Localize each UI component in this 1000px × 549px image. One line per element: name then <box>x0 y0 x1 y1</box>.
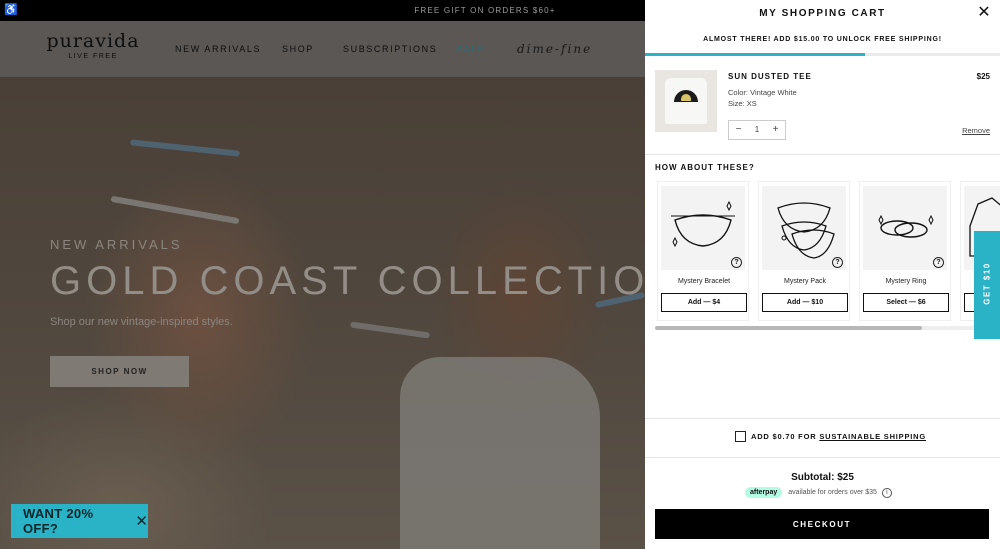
divider <box>645 457 1000 458</box>
remove-item-link[interactable]: Remove <box>945 126 990 135</box>
afterpay-info: afterpay available for orders over $35 i <box>745 487 892 498</box>
logo-tagline: LIVE FREE <box>68 53 118 60</box>
announcement-text: FREE GIFT ON ORDERS $60+ <box>414 6 556 15</box>
storefront: ♿ FREE GIFT ON ORDERS $60+ puravida LIVE… <box>0 0 645 549</box>
hero-title: GOLD COAST COLLECTION <box>50 259 645 303</box>
cart-item-color: Color: Vintage White <box>728 88 797 97</box>
nav-new-arrivals[interactable]: NEW ARRIVALS <box>175 21 261 77</box>
quantity-value[interactable]: 1 <box>748 121 766 139</box>
carousel-scrollbar[interactable] <box>655 326 989 330</box>
shipping-progress-bar <box>645 53 1000 56</box>
cart-item-size: Size: XS <box>728 99 757 108</box>
free-shipping-message: ALMOST THERE! ADD $15.00 TO UNLOCK FREE … <box>703 36 942 43</box>
add-mystery-bracelet-button[interactable]: Add — $4 <box>661 293 747 312</box>
tee-sun <box>681 94 691 101</box>
increase-quantity-button[interactable]: + <box>766 121 785 139</box>
close-icon[interactable]: ✕ <box>135 514 148 529</box>
accessibility-icon[interactable]: ♿ <box>4 3 19 18</box>
hero-subtitle: Shop our new vintage-inspired styles. <box>50 316 233 328</box>
select-mystery-ring-button[interactable]: Select — $6 <box>863 293 949 312</box>
hero-photo-bracelet <box>129 139 241 157</box>
nav-dime-fine[interactable]: dime-fine <box>517 21 592 77</box>
nav-sale[interactable]: SALE <box>456 21 485 77</box>
nav-subscriptions[interactable]: SUBSCRIPTIONS <box>343 21 437 77</box>
hero-photo-bracelet <box>349 321 431 339</box>
cart-item-name[interactable]: SUN DUSTED TEE <box>728 72 812 81</box>
cart-title: MY SHOPPING CART <box>759 8 886 19</box>
subtotal: Subtotal: $25 <box>791 472 854 483</box>
cart-drawer: MY SHOPPING CART ✕ ALMOST THERE! ADD $15… <box>645 0 1000 549</box>
announcement-bar: ♿ FREE GIFT ON ORDERS $60+ <box>0 0 645 21</box>
hero-eyebrow: NEW ARRIVALS <box>50 237 183 252</box>
upsell-product-name: Mystery Bracelet <box>677 278 731 285</box>
discount-promo-button[interactable]: WANT 20% OFF? ✕ <box>11 504 148 538</box>
nav-shop[interactable]: SHOP <box>282 21 314 77</box>
sustainable-shipping-label: ADD $0.70 FOR SUSTAINABLE SHIPPING <box>751 432 926 441</box>
side-tab-label: GET $10 <box>982 262 992 305</box>
upsell-card: ? Mystery Pack Add — $10 <box>758 181 850 321</box>
shop-now-button[interactable]: SHOP NOW <box>50 356 189 387</box>
get-10-tab[interactable]: GET $10 <box>974 231 1000 339</box>
checkout-button[interactable]: CHECKOUT <box>655 509 989 539</box>
afterpay-logo: afterpay <box>745 487 783 498</box>
upsell-title: HOW ABOUT THESE? <box>655 163 755 172</box>
close-icon[interactable]: ✕ <box>976 5 992 21</box>
decrease-quantity-button[interactable]: − <box>729 121 748 139</box>
hero-photo-bracelet <box>110 195 240 225</box>
sustainable-shipping-option[interactable]: ADD $0.70 FOR SUSTAINABLE SHIPPING <box>735 431 926 442</box>
afterpay-text: available for orders over $35 <box>788 489 877 496</box>
info-icon[interactable]: i <box>881 487 892 498</box>
divider <box>645 418 1000 419</box>
help-icon[interactable]: ? <box>832 257 843 268</box>
logo-wordmark: puravida <box>46 30 140 52</box>
sustainable-shipping-checkbox[interactable] <box>735 431 746 442</box>
help-icon[interactable]: ? <box>933 257 944 268</box>
site-header: puravida LIVE FREE NEW ARRIVALS SHOP SUB… <box>0 21 645 77</box>
upsell-product-name: Mystery Pack <box>783 278 826 285</box>
scrollbar-thumb[interactable] <box>655 326 923 330</box>
hero-banner: NEW ARRIVALS GOLD COAST COLLECTION Shop … <box>0 77 645 549</box>
help-icon[interactable]: ? <box>731 257 742 268</box>
upsell-card: ? Mystery Ring Select — $6 <box>859 181 951 321</box>
site-logo[interactable]: puravida LIVE FREE <box>44 30 142 62</box>
promo-label: WANT 20% OFF? <box>23 506 94 536</box>
hero-photo-shirt <box>400 357 600 549</box>
sustainable-shipping-link[interactable]: SUSTAINABLE SHIPPING <box>819 432 926 441</box>
product-image[interactable] <box>655 70 717 132</box>
cart-item-price: $25 <box>976 72 990 81</box>
shipping-progress-fill <box>645 53 866 56</box>
sustainable-shipping-prefix: ADD $0.70 FOR <box>751 432 817 441</box>
divider <box>645 154 1000 155</box>
upsell-card: ? Mystery Bracelet Add — $4 <box>657 181 749 321</box>
upsell-product-name: Mystery Ring <box>885 278 927 285</box>
add-mystery-pack-button[interactable]: Add — $10 <box>762 293 848 312</box>
quantity-stepper: − 1 + <box>728 120 786 140</box>
upsell-carousel[interactable]: ? Mystery Bracelet Add — $4 ? Mystery Pa… <box>655 181 1000 321</box>
